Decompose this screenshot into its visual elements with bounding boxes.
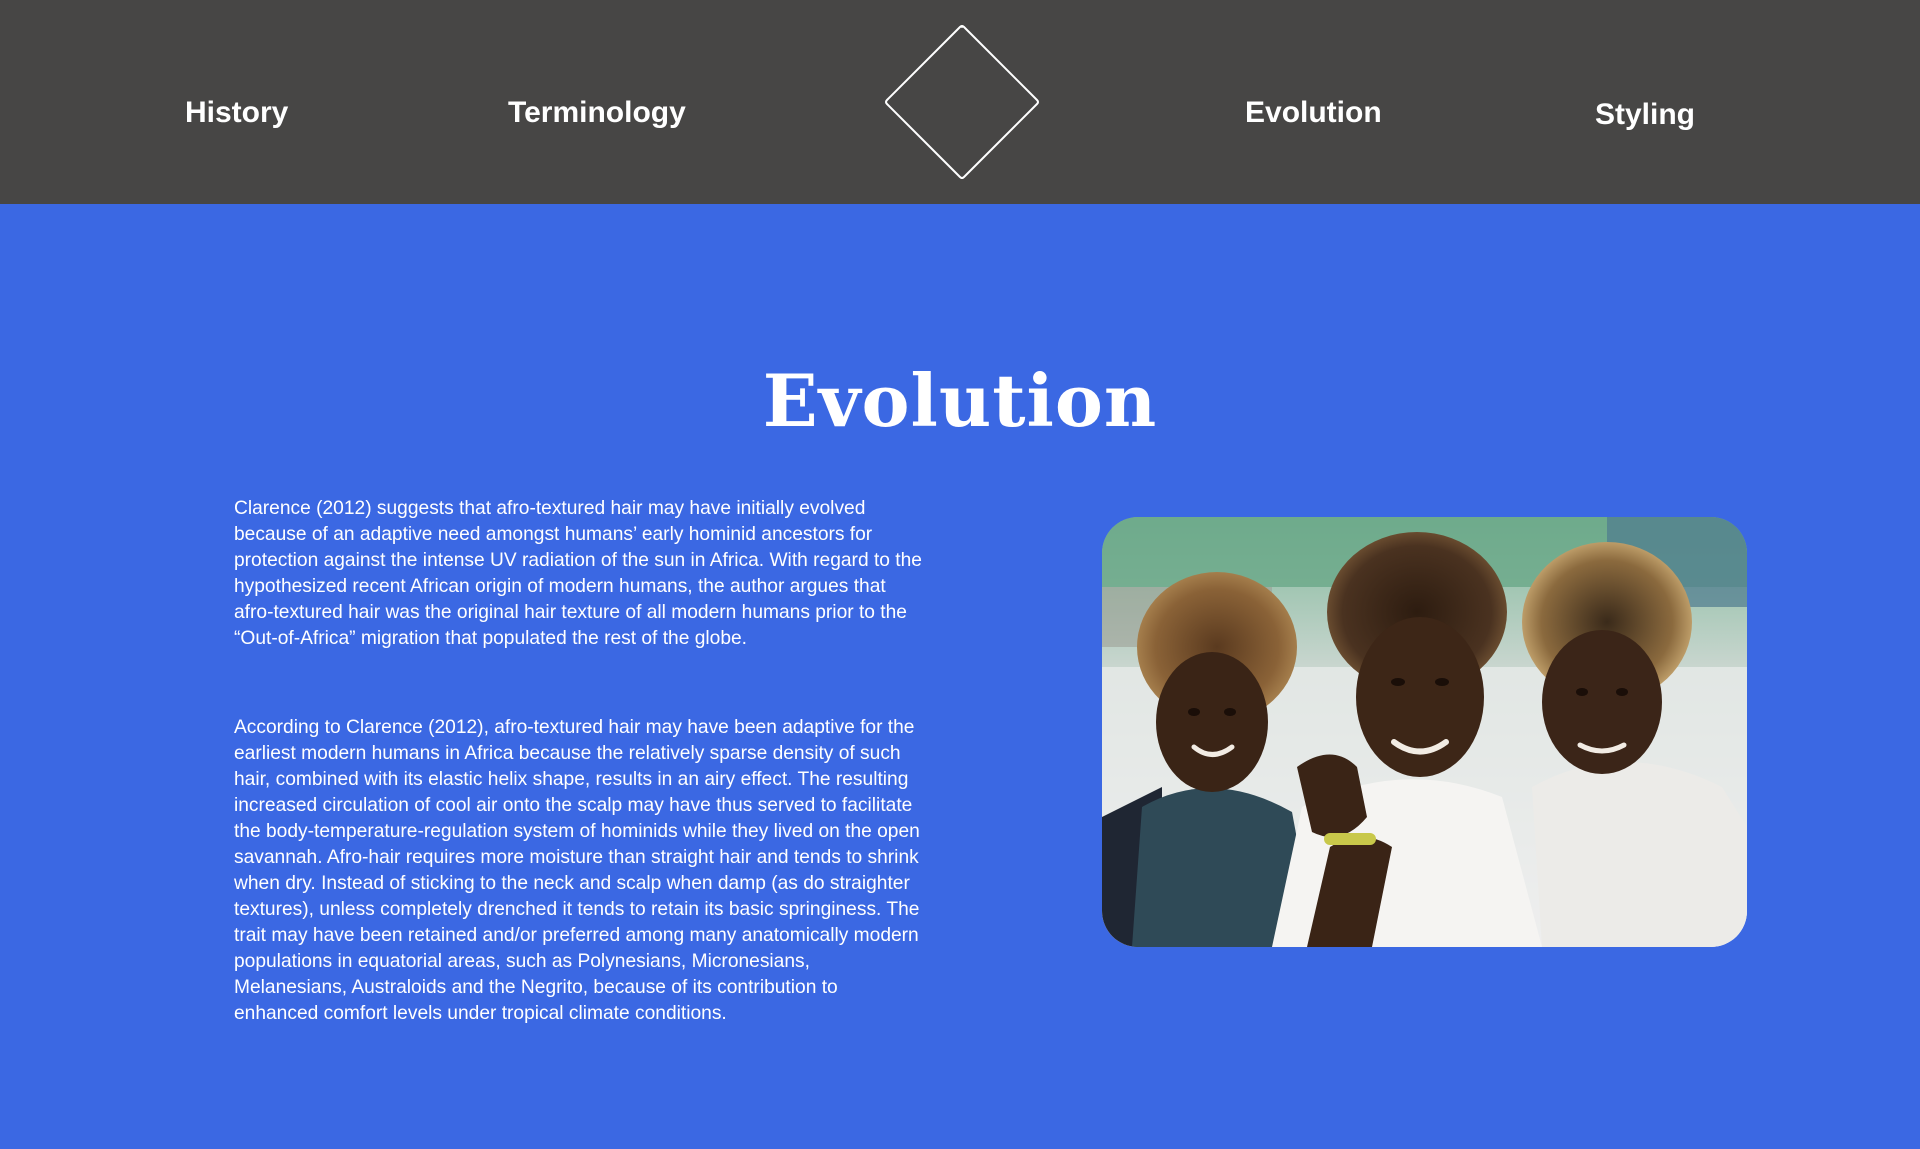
section-title: Evolution	[762, 358, 1158, 444]
nav-link-evolution[interactable]: Evolution	[1245, 95, 1382, 131]
page: History Terminology Evolution Styling Ev…	[0, 0, 1920, 1149]
paragraph: According to Clarence (2012), afro-textu…	[234, 717, 920, 1024]
nav-link-history[interactable]: History	[185, 95, 288, 131]
nav-link-terminology[interactable]: Terminology	[508, 95, 686, 131]
photo-three-smiling-people	[1102, 517, 1747, 947]
nav-link-styling[interactable]: Styling	[1595, 97, 1695, 133]
site-header: History Terminology Evolution Styling	[0, 0, 1920, 204]
article-text: Clarence (2012) suggests that afro-textu…	[234, 496, 924, 1027]
paragraph: Clarence (2012) suggests that afro-textu…	[234, 498, 922, 649]
diamond-logo-icon[interactable]	[872, 22, 1052, 182]
